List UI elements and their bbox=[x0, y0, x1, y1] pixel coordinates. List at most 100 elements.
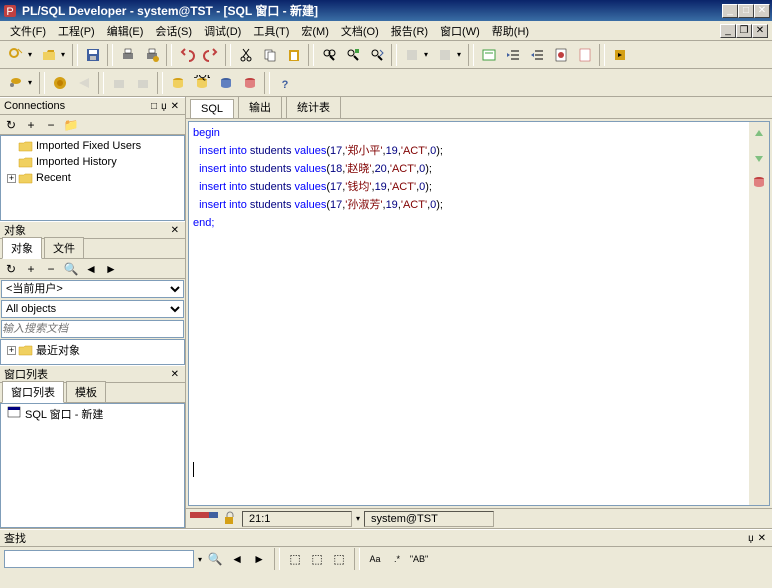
nav-down-icon[interactable] bbox=[751, 150, 767, 166]
find-next-button[interactable] bbox=[365, 44, 388, 66]
expand-icon[interactable]: + bbox=[7, 174, 16, 183]
db4-button[interactable] bbox=[238, 72, 261, 94]
cut-button[interactable] bbox=[234, 44, 257, 66]
search-input[interactable] bbox=[1, 320, 184, 338]
login-dropdown[interactable]: ▾ bbox=[28, 78, 36, 87]
open-dropdown[interactable]: ▾ bbox=[61, 50, 69, 59]
panel-pin2-icon[interactable]: џ bbox=[159, 101, 169, 112]
find-dropdown-icon[interactable]: ▾ bbox=[198, 555, 202, 564]
help-button[interactable]: ? bbox=[273, 72, 296, 94]
minimize-button[interactable]: _ bbox=[722, 4, 738, 18]
menu-project[interactable]: 工程(P) bbox=[52, 21, 101, 41]
menu-report[interactable]: 报告(R) bbox=[385, 21, 434, 41]
print-button[interactable] bbox=[116, 44, 139, 66]
replace-button[interactable] bbox=[341, 44, 364, 66]
regex-icon[interactable]: .* bbox=[388, 551, 406, 567]
menu-file[interactable]: 文件(F) bbox=[4, 21, 52, 41]
tool1-dropdown[interactable]: ▾ bbox=[424, 50, 432, 59]
db3-button[interactable] bbox=[214, 72, 237, 94]
tool1-button[interactable] bbox=[400, 44, 423, 66]
find-button[interactable] bbox=[317, 44, 340, 66]
menu-session[interactable]: 会话(S) bbox=[149, 21, 198, 41]
close-button[interactable]: ✕ bbox=[754, 4, 770, 18]
bookmark-button[interactable] bbox=[549, 44, 572, 66]
find-prev-icon[interactable]: ◄ bbox=[228, 551, 246, 567]
copy-button[interactable] bbox=[258, 44, 281, 66]
print-setup-button[interactable] bbox=[140, 44, 163, 66]
tree-node-fixed-users[interactable]: Imported Fixed Users bbox=[3, 138, 182, 154]
compile-button[interactable] bbox=[608, 44, 631, 66]
menu-macro[interactable]: 宏(M) bbox=[295, 21, 335, 41]
tree-node-recent-objects[interactable]: +最近对象 bbox=[3, 342, 182, 358]
panel-pin-icon[interactable]: џ bbox=[746, 533, 756, 544]
next-icon[interactable]: ► bbox=[102, 261, 120, 277]
doc-close-button[interactable]: ✕ bbox=[752, 24, 768, 38]
find-opt2-icon[interactable]: ⬚ bbox=[308, 551, 326, 567]
panel-pin-icon[interactable]: □ bbox=[149, 101, 159, 112]
panel-close-icon[interactable]: ✕ bbox=[169, 369, 181, 380]
windowlist-item[interactable]: SQL 窗口 - 新建 bbox=[3, 406, 182, 422]
maximize-button[interactable]: □ bbox=[738, 4, 754, 18]
menu-tool[interactable]: 工具(T) bbox=[247, 21, 295, 41]
paste-button[interactable] bbox=[282, 44, 305, 66]
execute-button[interactable] bbox=[48, 72, 71, 94]
tool2-button[interactable] bbox=[433, 44, 456, 66]
panel-close-icon[interactable]: ✕ bbox=[756, 533, 768, 544]
panel-close-icon[interactable]: ✕ bbox=[169, 101, 181, 112]
find-go-icon[interactable]: 🔍 bbox=[206, 551, 224, 567]
login-button[interactable] bbox=[4, 72, 27, 94]
tab-template[interactable]: 模板 bbox=[66, 381, 106, 402]
indent-button[interactable] bbox=[501, 44, 524, 66]
tab-sql[interactable]: SQL bbox=[190, 99, 234, 118]
word-icon[interactable]: "AB" bbox=[410, 551, 428, 567]
add-icon[interactable]: + bbox=[22, 261, 40, 277]
commit-button[interactable] bbox=[107, 72, 130, 94]
tab-output[interactable]: 输出 bbox=[238, 97, 282, 118]
schema-select[interactable]: <当前用户> bbox=[1, 280, 184, 298]
panel-close-icon[interactable]: ✕ bbox=[169, 225, 181, 236]
connections-tree[interactable]: Imported Fixed Users Imported History +R… bbox=[0, 135, 185, 221]
undo-button[interactable] bbox=[175, 44, 198, 66]
menu-edit[interactable]: 编辑(E) bbox=[101, 21, 150, 41]
open-button[interactable] bbox=[37, 44, 60, 66]
tree-node-history[interactable]: Imported History bbox=[3, 154, 182, 170]
tab-stats[interactable]: 统计表 bbox=[286, 97, 341, 118]
new-button[interactable] bbox=[4, 44, 27, 66]
redo-button[interactable] bbox=[199, 44, 222, 66]
tool2-dropdown[interactable]: ▾ bbox=[457, 50, 465, 59]
toggle-button[interactable] bbox=[573, 44, 596, 66]
nav-up-icon[interactable] bbox=[751, 126, 767, 142]
tree-node-recent[interactable]: +Recent bbox=[3, 170, 182, 186]
windowlist-tree[interactable]: SQL 窗口 - 新建 bbox=[0, 403, 185, 528]
refresh-icon[interactable]: ↻ bbox=[2, 261, 20, 277]
db-icon[interactable] bbox=[751, 174, 767, 190]
tab-objects[interactable]: 对象 bbox=[2, 237, 42, 259]
menu-window[interactable]: 窗口(W) bbox=[434, 21, 486, 41]
explain-button[interactable] bbox=[477, 44, 500, 66]
folder-icon[interactable]: 📁 bbox=[62, 117, 80, 133]
tab-windowlist[interactable]: 窗口列表 bbox=[2, 381, 64, 403]
doc-minimize-button[interactable]: _ bbox=[720, 24, 736, 38]
save-button[interactable] bbox=[81, 44, 104, 66]
filter-select[interactable]: All objects bbox=[1, 300, 184, 318]
db1-button[interactable] bbox=[166, 72, 189, 94]
status-lock-icon[interactable] bbox=[222, 511, 238, 527]
new-dropdown[interactable]: ▾ bbox=[28, 50, 36, 59]
sql-editor[interactable]: begin insert into students values(17,'郑小… bbox=[189, 122, 749, 505]
db2-button[interactable]: SQL bbox=[190, 72, 213, 94]
status-dropdown-icon[interactable]: ▾ bbox=[356, 514, 360, 523]
expand-icon[interactable]: + bbox=[7, 346, 16, 355]
remove-icon[interactable]: − bbox=[42, 261, 60, 277]
doc-restore-button[interactable]: ❐ bbox=[736, 24, 752, 38]
remove-icon[interactable]: − bbox=[42, 117, 60, 133]
refresh-icon[interactable]: ↻ bbox=[2, 117, 20, 133]
find-input[interactable] bbox=[4, 550, 194, 568]
rollback-button[interactable] bbox=[131, 72, 154, 94]
outdent-button[interactable] bbox=[525, 44, 548, 66]
add-icon[interactable]: + bbox=[22, 117, 40, 133]
find-opt3-icon[interactable]: ⬚ bbox=[330, 551, 348, 567]
menu-doc[interactable]: 文档(O) bbox=[335, 21, 385, 41]
break-button[interactable] bbox=[72, 72, 95, 94]
menu-debug[interactable]: 调试(D) bbox=[198, 21, 247, 41]
objects-tree[interactable]: +最近对象 bbox=[0, 339, 185, 365]
